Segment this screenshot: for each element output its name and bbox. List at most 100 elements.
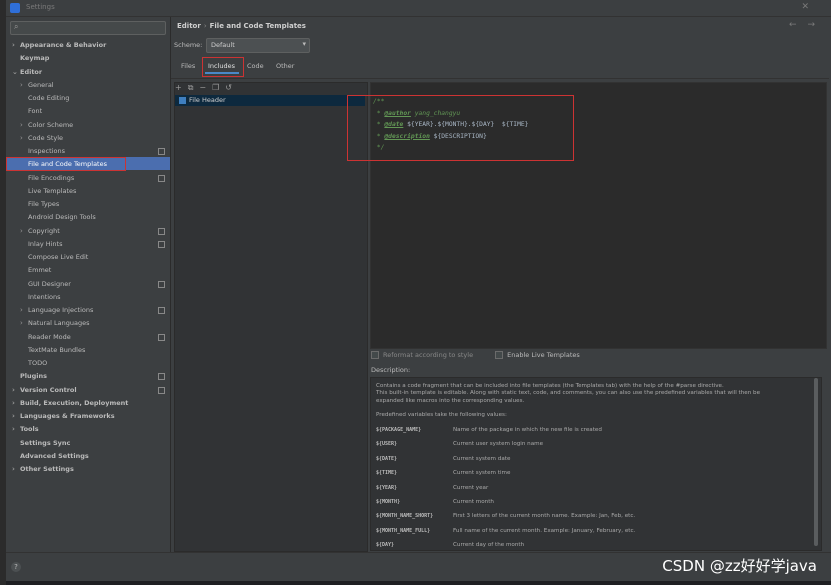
reformat-checkbox[interactable] bbox=[371, 351, 379, 359]
sidebar-item[interactable]: TODO bbox=[28, 357, 47, 369]
sidebar-item-label: Natural Languages bbox=[28, 319, 90, 328]
sidebar-item[interactable]: › Color Scheme bbox=[20, 119, 73, 131]
sidebar-item[interactable]: Android Design Tools bbox=[28, 211, 96, 223]
sidebar-item-label: Compose Live Edit bbox=[28, 253, 89, 261]
sidebar-item-label: Language Injections bbox=[28, 306, 94, 314]
sidebar-item[interactable]: Advanced Settings bbox=[20, 450, 89, 462]
sidebar-item[interactable]: Reader Mode bbox=[28, 331, 165, 343]
chevron-right-icon[interactable]: › bbox=[20, 119, 23, 131]
sidebar-item[interactable]: › Languages & Frameworks bbox=[12, 410, 115, 422]
sidebar-item-label: Live Templates bbox=[28, 186, 77, 195]
variable-description: Current month bbox=[453, 499, 494, 505]
sidebar-item[interactable]: › Tools bbox=[12, 423, 39, 435]
sidebar-item[interactable]: › Build, Execution, Deployment bbox=[12, 397, 128, 409]
live-templates-checkbox[interactable] bbox=[495, 351, 504, 359]
forward-arrow-icon[interactable]: → bbox=[807, 20, 815, 30]
scheme-select[interactable]: Default ▾ bbox=[206, 38, 310, 53]
add-icon[interactable]: + bbox=[175, 83, 182, 92]
project-scope-icon bbox=[158, 280, 165, 288]
sidebar-item[interactable]: › Other Settings bbox=[12, 463, 74, 475]
sidebar-item[interactable]: Keymap bbox=[20, 52, 49, 64]
sidebar-item[interactable]: File Types bbox=[28, 198, 59, 210]
chevron-right-icon[interactable]: › bbox=[12, 397, 15, 409]
chevron-right-icon[interactable]: › bbox=[20, 79, 23, 91]
help-icon[interactable]: ? bbox=[11, 562, 21, 572]
tab-files[interactable]: Files bbox=[181, 62, 195, 70]
description-panel: Contains a code fragment that can be inc… bbox=[370, 377, 822, 551]
chevron-down-icon[interactable]: ⌄ bbox=[12, 66, 18, 78]
breadcrumb-editor[interactable]: Editor bbox=[177, 22, 201, 30]
search-input[interactable]: ⌕ bbox=[10, 21, 166, 35]
project-scope-icon bbox=[158, 373, 165, 381]
tab-other[interactable]: Other bbox=[276, 62, 294, 70]
sidebar-item-label: Inspections bbox=[28, 147, 65, 155]
back-arrow-icon[interactable]: ← bbox=[789, 20, 797, 30]
tab-code[interactable]: Code bbox=[247, 62, 264, 70]
sidebar-item-label: Appearance & Behavior bbox=[20, 41, 107, 49]
sidebar-item-label: Advanced Settings bbox=[20, 451, 89, 460]
description-scrollbar[interactable] bbox=[814, 378, 818, 546]
window-title: Settings bbox=[26, 3, 55, 11]
file-template-icon bbox=[179, 97, 186, 104]
duplicate-icon[interactable]: ❐ bbox=[212, 83, 219, 92]
chevron-right-icon[interactable]: › bbox=[12, 410, 15, 422]
remove-icon[interactable]: − bbox=[199, 83, 206, 92]
variable-description: Current user system login name bbox=[453, 441, 544, 448]
sidebar-item-label: Font bbox=[28, 107, 43, 116]
sidebar-item[interactable]: Compose Live Edit bbox=[28, 251, 88, 263]
breadcrumb-current: File and Code Templates bbox=[209, 22, 306, 30]
sidebar-item-label: GUI Designer bbox=[28, 279, 71, 288]
sidebar-item[interactable]: › Appearance & Behavior bbox=[12, 39, 107, 51]
sidebar-item[interactable]: Plugins bbox=[20, 370, 165, 382]
chevron-right-icon[interactable]: › bbox=[20, 225, 23, 237]
chevron-right-icon[interactable]: › bbox=[20, 304, 23, 316]
sidebar-item-label: Settings Sync bbox=[20, 438, 71, 447]
sidebar-item[interactable]: › Language Injections bbox=[20, 304, 165, 316]
sidebar-item-label: Android Design Tools bbox=[28, 213, 96, 222]
sidebar-item[interactable]: ⌄ Editor bbox=[12, 66, 43, 78]
sidebar-item[interactable]: Intentions bbox=[28, 291, 61, 303]
sidebar-item[interactable]: › Copyright bbox=[20, 225, 165, 237]
sidebar-item-label: Other Settings bbox=[20, 465, 74, 473]
variable-description: Full name of the current month. Example:… bbox=[453, 527, 636, 534]
variable-name: ${MONTH} bbox=[376, 499, 401, 505]
close-icon[interactable]: ✕ bbox=[801, 2, 809, 12]
sidebar-item[interactable]: File Encodings bbox=[28, 172, 165, 184]
sidebar-item-label: Intentions bbox=[28, 292, 61, 301]
chevron-right-icon[interactable]: › bbox=[12, 39, 15, 51]
sidebar-item[interactable]: › Code Style bbox=[20, 132, 63, 144]
sidebar-item[interactable]: Code Editing bbox=[28, 92, 69, 104]
sidebar-item[interactable]: TextMate Bundles bbox=[28, 344, 85, 356]
chevron-right-icon[interactable]: › bbox=[12, 423, 15, 435]
project-scope-icon bbox=[158, 386, 165, 394]
sidebar-item-label: Copyright bbox=[28, 226, 60, 235]
sidebar-item[interactable]: Settings Sync bbox=[20, 437, 70, 449]
scheme-value: Default bbox=[211, 41, 235, 49]
project-scope-icon bbox=[158, 174, 165, 182]
sidebar-item[interactable]: File and Code Templates bbox=[28, 158, 107, 170]
reset-icon[interactable]: ↺ bbox=[225, 83, 232, 92]
sidebar-item-label: Editor bbox=[20, 67, 43, 76]
variable-description: Current year bbox=[453, 484, 489, 491]
sidebar-item[interactable]: Emmet bbox=[28, 264, 51, 276]
sidebar-item[interactable]: › Version Control bbox=[12, 384, 165, 396]
chevron-right-icon[interactable]: › bbox=[12, 463, 15, 475]
sidebar-item-label: File Encodings bbox=[28, 173, 75, 182]
variable-name: ${MONTH_NAME_SHORT} bbox=[376, 513, 434, 520]
chevron-right-icon[interactable]: › bbox=[20, 317, 23, 329]
chevron-right-icon[interactable]: › bbox=[12, 384, 15, 396]
sidebar-item[interactable]: Inlay Hints bbox=[28, 238, 165, 250]
list-item[interactable]: File Header bbox=[175, 95, 365, 106]
sidebar-item[interactable]: › Natural Languages bbox=[20, 317, 90, 329]
copy-icon[interactable]: ⧉ bbox=[188, 83, 194, 92]
chevron-right-icon[interactable]: › bbox=[20, 132, 23, 144]
variable-name: ${MONTH_NAME_FULL} bbox=[376, 527, 431, 534]
sidebar-item[interactable]: Inspections bbox=[28, 145, 165, 157]
sidebar-item[interactable]: Live Templates bbox=[28, 185, 76, 197]
sidebar-item[interactable]: Font bbox=[28, 105, 42, 117]
sidebar-item[interactable]: › General bbox=[20, 79, 54, 91]
search-icon: ⌕ bbox=[14, 22, 19, 31]
description-text-3: Predefined variables take the following … bbox=[376, 412, 507, 418]
template-options: Reformat according to style Enable Live … bbox=[371, 351, 580, 359]
sidebar-item[interactable]: GUI Designer bbox=[28, 278, 165, 290]
